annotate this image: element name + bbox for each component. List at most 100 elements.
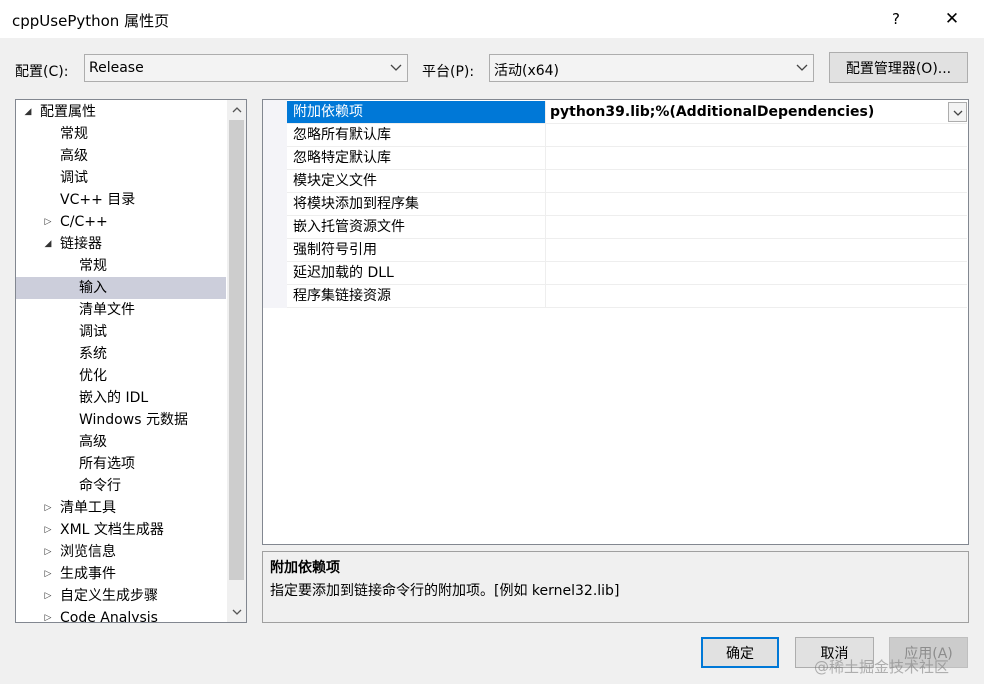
property-value[interactable]: python39.lib;%(AdditionalDependencies): [547, 101, 965, 123]
property-row[interactable]: 强制符号引用: [287, 239, 967, 262]
tree-item[interactable]: 清单文件: [16, 299, 226, 321]
tree-item-label: 清单文件: [79, 302, 135, 318]
tree-item[interactable]: 所有选项: [16, 453, 226, 475]
expand-arrow-icon[interactable]: ▷: [42, 541, 54, 563]
property-row[interactable]: 附加依赖项 python39.lib;%(AdditionalDependenci…: [287, 101, 967, 124]
expand-arrow-icon[interactable]: ▷: [42, 607, 54, 622]
property-name: 忽略特定默认库: [287, 147, 546, 169]
tree-item[interactable]: ▷ Code Analysis: [16, 607, 226, 622]
tree-scrollbar[interactable]: [227, 100, 246, 622]
config-manager-button[interactable]: 配置管理器(O)...: [829, 52, 968, 83]
tree-item-label: 嵌入的 IDL: [79, 390, 149, 406]
property-value[interactable]: [547, 262, 965, 284]
property-name: 强制符号引用: [287, 239, 546, 261]
chevron-down-icon: [389, 60, 403, 76]
property-row[interactable]: 延迟加载的 DLL: [287, 262, 967, 285]
tree-item-label: XML 文档生成器: [60, 522, 164, 538]
tree-item-label: 生成事件: [60, 566, 116, 582]
scroll-up-button[interactable]: [227, 100, 246, 120]
tree-item[interactable]: 输入: [16, 277, 226, 299]
tree-item[interactable]: 命令行: [16, 475, 226, 497]
tree-item-label: 系统: [79, 346, 107, 362]
config-label: 配置(C):: [15, 64, 69, 80]
property-name: 模块定义文件: [287, 170, 546, 192]
help-button[interactable]: ?: [874, 4, 918, 34]
property-tree[interactable]: ◢ 配置属性 常规 高级 调试 VC++ 目录 ▷ C/C++ ◢ 链接器 常规 输入 清单文件 调试 系统…: [15, 99, 247, 623]
property-value[interactable]: [547, 147, 965, 169]
tree-item[interactable]: ▷ 清单工具: [16, 497, 226, 519]
property-row[interactable]: 程序集链接资源: [287, 285, 967, 308]
tree-item-label: Windows 元数据: [79, 412, 188, 428]
property-name: 程序集链接资源: [287, 285, 546, 307]
value-dropdown-button[interactable]: [948, 102, 967, 122]
tree-item[interactable]: 调试: [16, 167, 226, 189]
expand-arrow-icon[interactable]: ▷: [42, 211, 54, 233]
description-text: 指定要添加到链接命令行的附加项。[例如 kernel32.lib]: [270, 583, 620, 599]
property-value[interactable]: [547, 170, 965, 192]
tree-item-label: 常规: [79, 258, 107, 274]
property-value[interactable]: [547, 285, 965, 307]
tree-item-label: 优化: [79, 368, 107, 384]
property-value[interactable]: [547, 216, 965, 238]
tree-item[interactable]: VC++ 目录: [16, 189, 226, 211]
collapse-arrow-icon[interactable]: ◢: [42, 233, 54, 255]
tree-item-label: VC++ 目录: [60, 192, 136, 208]
platform-label: 平台(P):: [422, 64, 475, 80]
close-button[interactable]: ✕: [930, 4, 974, 34]
platform-value: 活动(x64): [494, 63, 560, 79]
tree-item[interactable]: ▷ C/C++: [16, 211, 226, 233]
platform-select[interactable]: 活动(x64): [489, 54, 814, 82]
property-row[interactable]: 嵌入托管资源文件: [287, 216, 967, 239]
scroll-down-button[interactable]: [227, 602, 246, 622]
property-grid: 附加依赖项 python39.lib;%(AdditionalDependenci…: [262, 99, 969, 545]
tree-item[interactable]: 高级: [16, 431, 226, 453]
property-row[interactable]: 忽略所有默认库: [287, 124, 967, 147]
tree-item[interactable]: ▷ 生成事件: [16, 563, 226, 585]
property-name: 将模块添加到程序集: [287, 193, 546, 215]
tree-item[interactable]: ▷ XML 文档生成器: [16, 519, 226, 541]
tree-item[interactable]: ◢ 链接器: [16, 233, 226, 255]
tree-item-label: 清单工具: [60, 500, 116, 516]
chevron-down-icon: [795, 60, 809, 76]
ok-label: 确定: [726, 645, 754, 662]
property-value[interactable]: [547, 124, 965, 146]
tree-item-label: 输入: [79, 280, 107, 296]
tree-item-label: C/C++: [60, 214, 108, 230]
chevron-down-icon: [953, 104, 963, 120]
property-name: 附加依赖项: [287, 101, 546, 123]
tree-item-label: 调试: [60, 170, 88, 186]
property-value[interactable]: [547, 193, 965, 215]
tree-item[interactable]: 嵌入的 IDL: [16, 387, 226, 409]
chevron-up-icon: [232, 105, 242, 116]
tree-item[interactable]: 常规: [16, 255, 226, 277]
scroll-thumb[interactable]: [229, 120, 244, 580]
tree-item[interactable]: 高级: [16, 145, 226, 167]
tree-item[interactable]: ▷ 自定义生成步骤: [16, 585, 226, 607]
property-row[interactable]: 忽略特定默认库: [287, 147, 967, 170]
expand-arrow-icon[interactable]: ▷: [42, 585, 54, 607]
ok-button[interactable]: 确定: [701, 637, 779, 668]
expand-arrow-icon[interactable]: ▷: [42, 563, 54, 585]
expand-arrow-icon[interactable]: ▷: [42, 497, 54, 519]
tree-item[interactable]: ▷ 浏览信息: [16, 541, 226, 563]
property-row[interactable]: 模块定义文件: [287, 170, 967, 193]
tree-item[interactable]: 系统: [16, 343, 226, 365]
tree-item-label: 配置属性: [40, 104, 96, 120]
property-name: 延迟加载的 DLL: [287, 262, 546, 284]
tree-item[interactable]: ◢ 配置属性: [16, 101, 226, 123]
property-value[interactable]: [547, 239, 965, 261]
tree-item[interactable]: 优化: [16, 365, 226, 387]
tree-item[interactable]: 常规: [16, 123, 226, 145]
tree-item[interactable]: 调试: [16, 321, 226, 343]
config-manager-label: 配置管理器(O)...: [845, 60, 952, 77]
property-row[interactable]: 将模块添加到程序集: [287, 193, 967, 216]
tree-item[interactable]: Windows 元数据: [16, 409, 226, 431]
config-select[interactable]: Release: [84, 54, 408, 82]
tree-item-label: 高级: [79, 434, 107, 450]
grid-margin: [263, 100, 287, 308]
expand-arrow-icon[interactable]: ▷: [42, 519, 54, 541]
description-title: 附加依赖项: [270, 560, 340, 576]
collapse-arrow-icon[interactable]: ◢: [22, 101, 34, 123]
tree-item-label: 链接器: [60, 236, 102, 252]
tree-item-label: 高级: [60, 148, 88, 164]
